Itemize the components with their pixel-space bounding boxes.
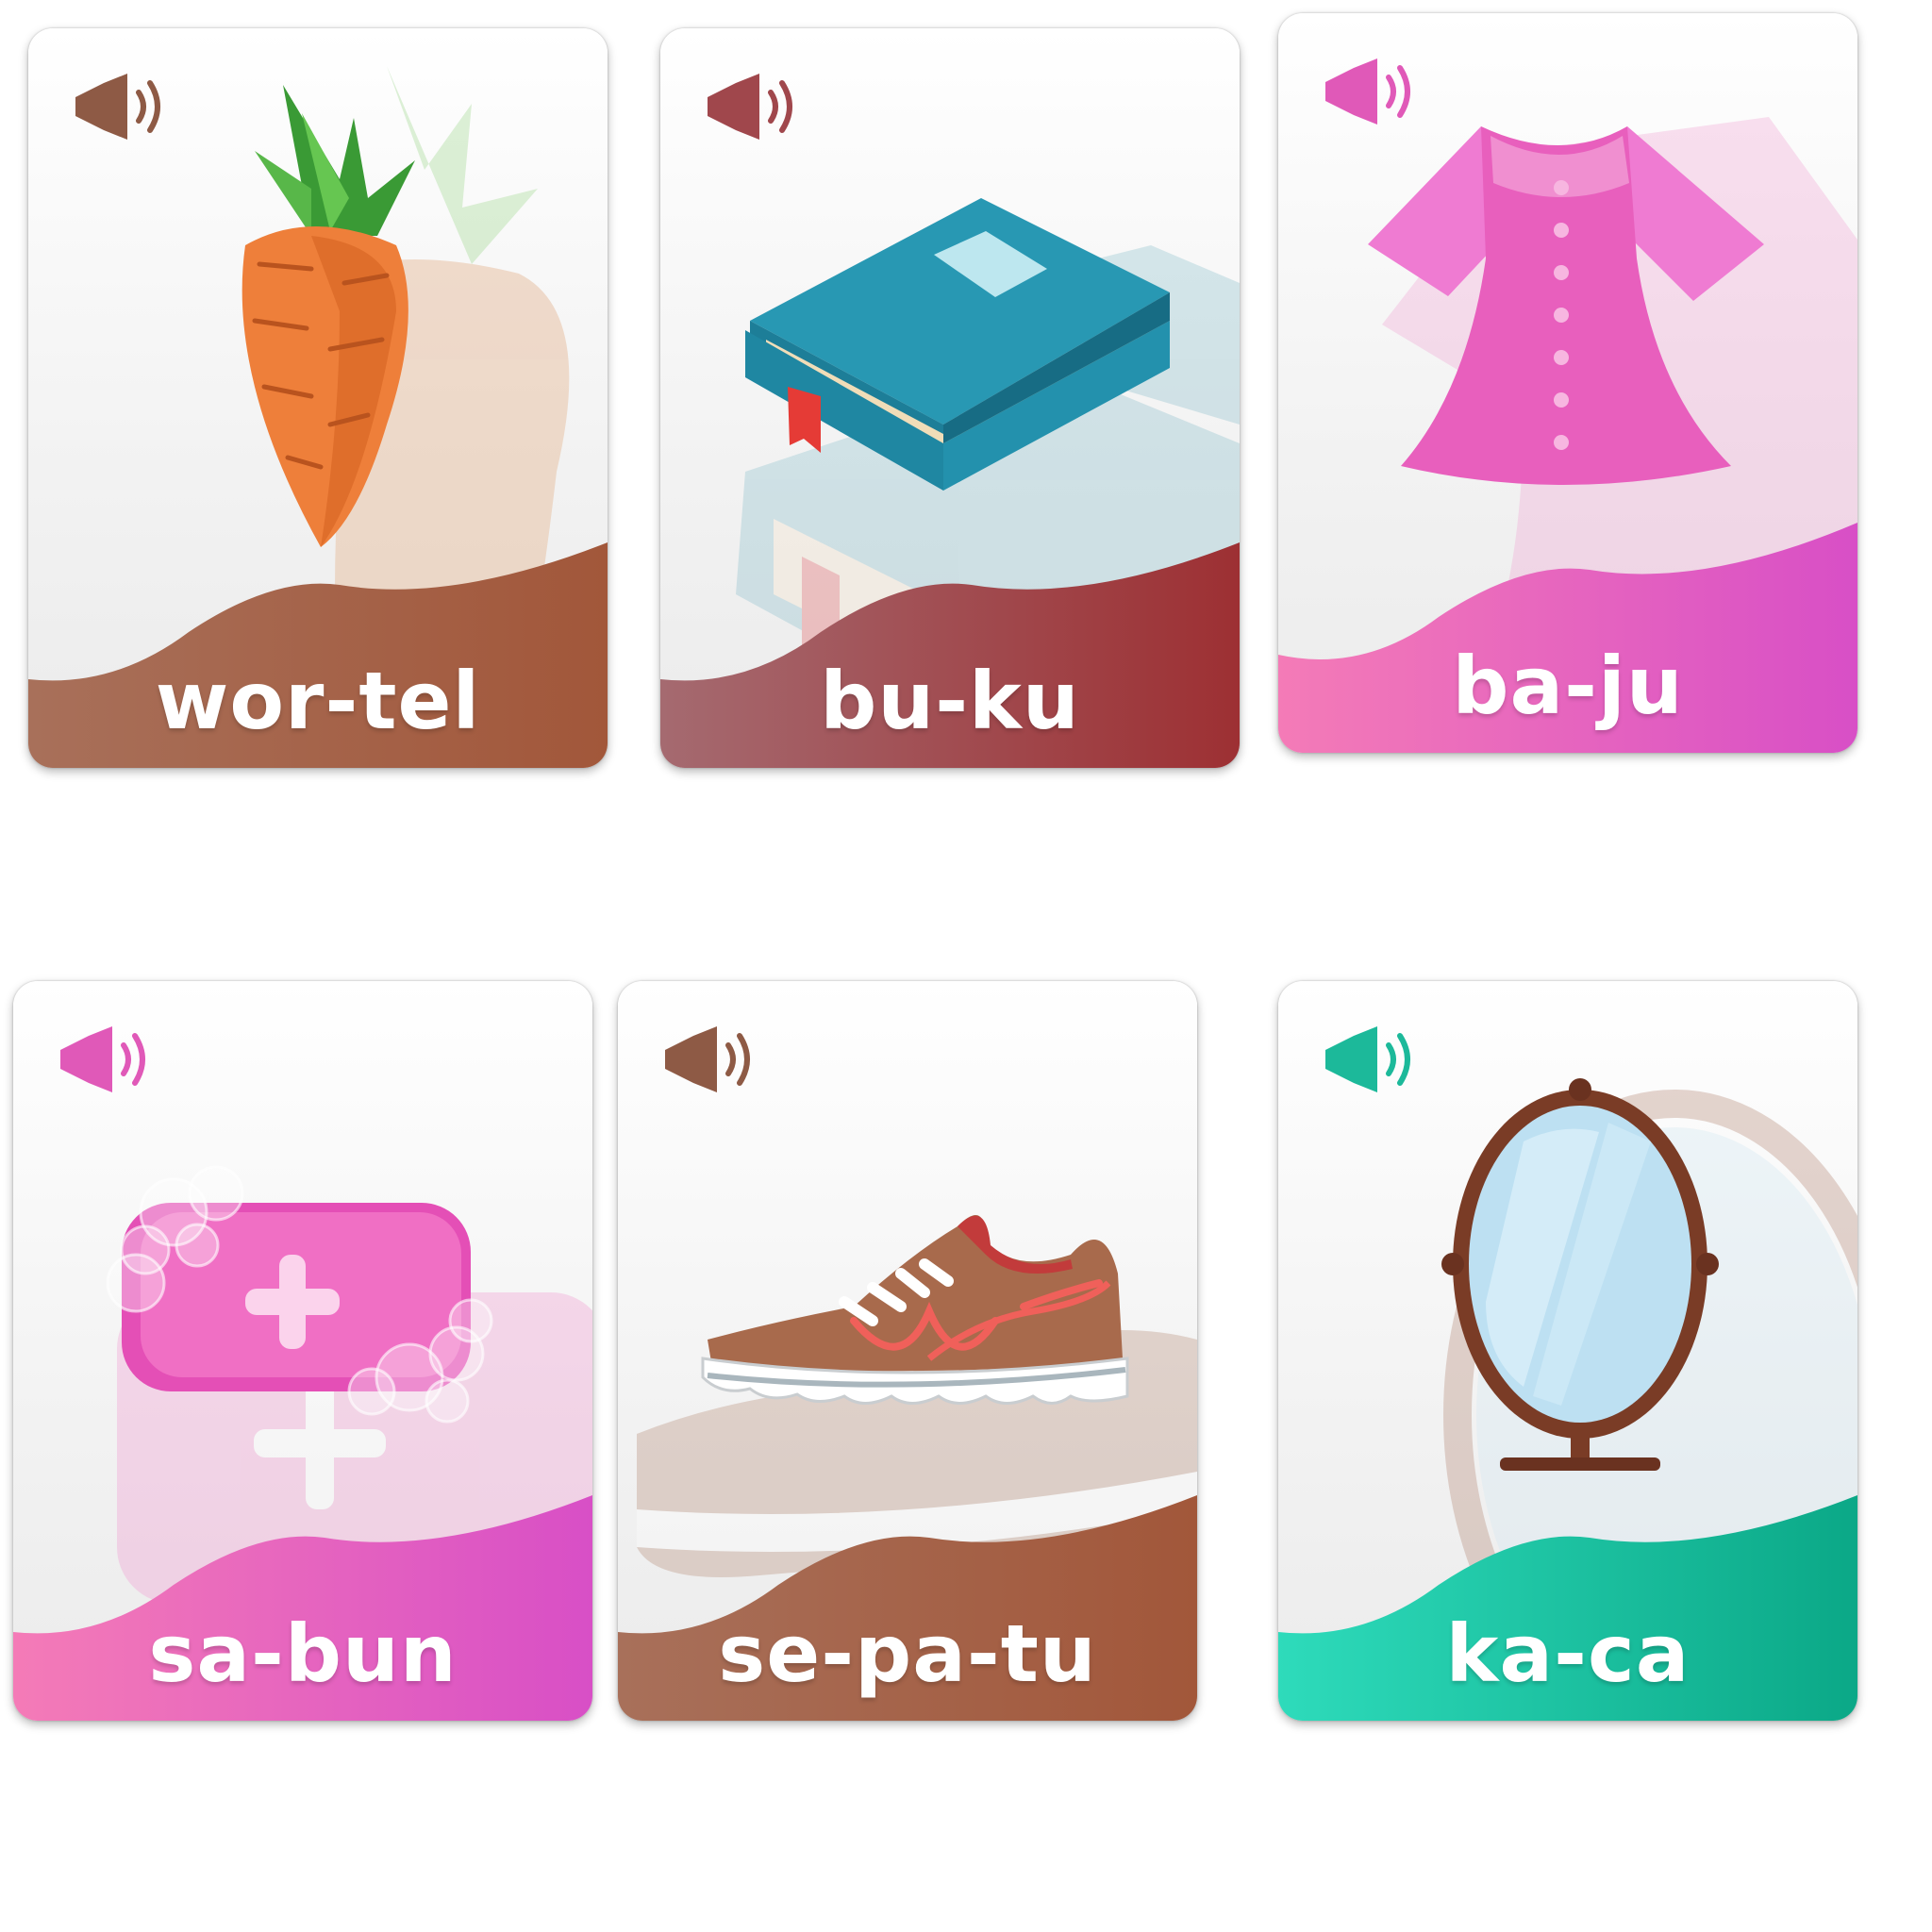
card-word: wor-tel [155, 655, 481, 747]
speaker-icon[interactable] [71, 64, 175, 149]
flashcard-buku[interactable]: bu-ku [660, 28, 1240, 768]
speaker-icon[interactable] [1321, 1017, 1424, 1102]
card-word: sa-bun [148, 1607, 458, 1700]
flashcard-baju[interactable]: ba-ju [1278, 13, 1857, 753]
speaker-icon[interactable] [703, 64, 807, 149]
card-word: se-pa-tu [718, 1607, 1097, 1700]
card-word: ka-ca [1445, 1607, 1690, 1700]
speaker-icon[interactable] [660, 1017, 764, 1102]
speaker-icon[interactable] [1321, 49, 1424, 134]
flashcard-sabun[interactable]: sa-bun [13, 981, 592, 1721]
flashcard-sepatu[interactable]: se-pa-tu [618, 981, 1197, 1721]
flashcard-kaca[interactable]: ka-ca [1278, 981, 1857, 1721]
card-word: ba-ju [1452, 640, 1684, 732]
flashcard-wortel[interactable]: wor-tel [28, 28, 608, 768]
card-word: bu-ku [820, 655, 1080, 747]
speaker-icon[interactable] [56, 1017, 159, 1102]
